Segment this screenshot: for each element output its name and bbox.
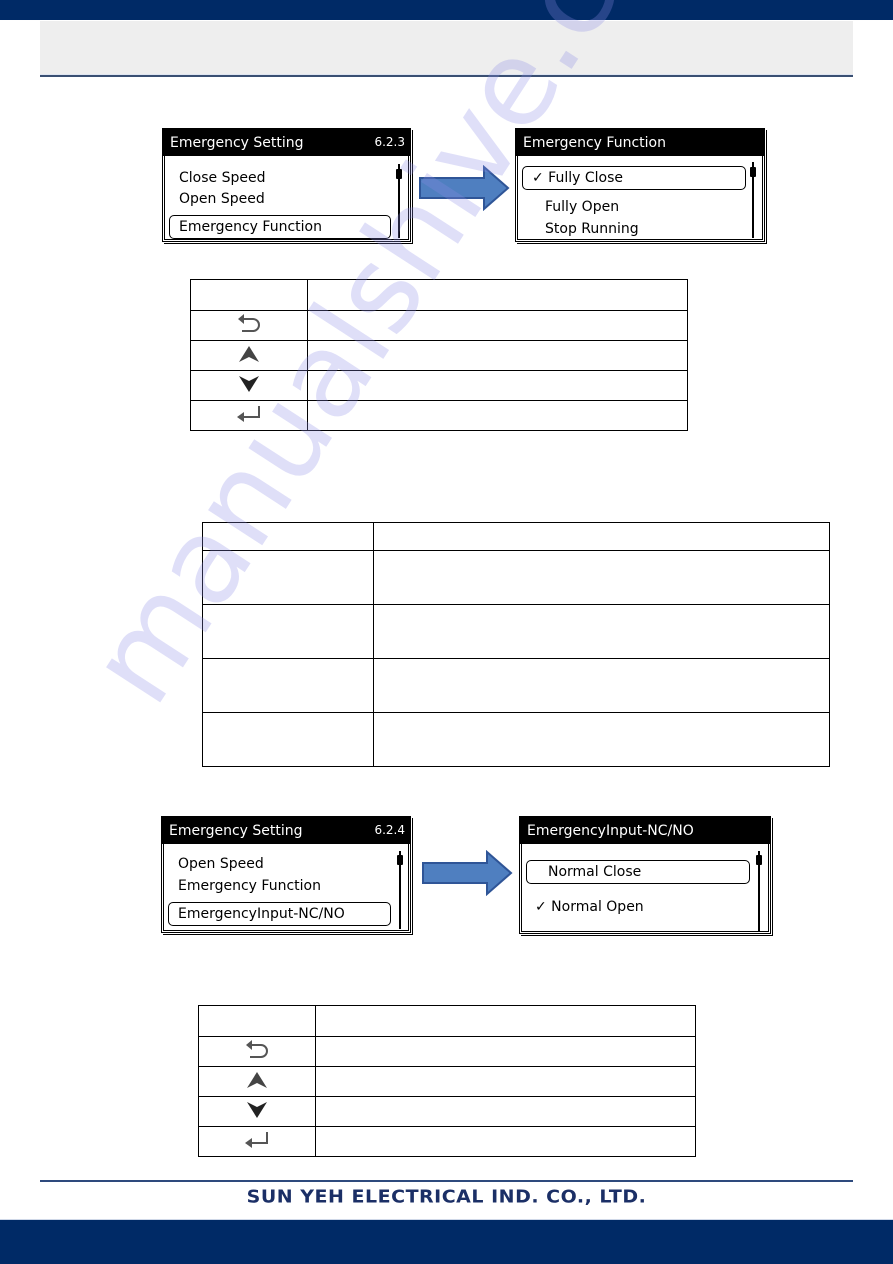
table-header-row (190, 279, 688, 311)
header-cell-option (202, 522, 374, 551)
page-header (40, 21, 853, 74)
scrollbar-thumb[interactable] (750, 167, 756, 177)
option-normal-open[interactable]: ✓ Normal Open (535, 899, 644, 915)
key-cell (198, 1126, 316, 1157)
table-row (198, 1066, 696, 1097)
key-cell (190, 370, 308, 401)
table-header-row (202, 522, 830, 551)
screen-title: Emergency Setting (163, 129, 410, 156)
description-cell (315, 1096, 696, 1127)
selected-option[interactable]: Normal Close (526, 860, 750, 884)
table-row (202, 550, 830, 605)
screen-version: 6.2.4 (374, 823, 405, 837)
key-function-table-1 (190, 279, 688, 431)
table-row (202, 604, 830, 659)
company-logo-text: SUN YEH ELECTRICAL IND. CO., LTD. (246, 1186, 647, 1208)
menu-item-close-speed[interactable]: Close Speed (179, 170, 265, 186)
description-cell (307, 340, 688, 371)
option-cell (202, 712, 374, 767)
table-row (202, 712, 830, 767)
table-row (190, 400, 688, 431)
description-cell (373, 658, 830, 713)
screen-title: Emergency Setting (162, 817, 410, 844)
up-icon (247, 1071, 267, 1088)
lcd-screen-emergency-function: Emergency Function ✓ Fully Close Fully O… (515, 128, 765, 242)
option-stop-running[interactable]: Stop Running (545, 221, 639, 237)
key-cell (190, 310, 308, 341)
down-icon (239, 375, 259, 392)
header-cell-function (307, 279, 688, 311)
scrollbar-thumb[interactable] (756, 855, 762, 865)
key-cell (190, 400, 308, 431)
description-cell (373, 604, 830, 659)
selected-menu-item[interactable]: Emergency Function (169, 215, 391, 239)
enter-icon (245, 1131, 268, 1148)
top-band (0, 0, 893, 20)
bottom-band (0, 1219, 893, 1264)
description-cell (315, 1066, 696, 1097)
description-cell (315, 1036, 696, 1067)
up-icon (239, 345, 259, 362)
lcd-screen-emergency-setting-624: Emergency Setting 6.2.4 Open Speed Emerg… (161, 816, 411, 933)
option-fully-close: ✓ Fully Close (532, 170, 623, 186)
key-cell (198, 1066, 316, 1097)
description-cell (307, 400, 688, 431)
footer-divider (40, 1180, 853, 1182)
lcd-screen-emergency-input-nc-no: EmergencyInput-NC/NO Normal Close ✓ Norm… (519, 816, 771, 934)
description-cell (307, 370, 688, 401)
menu-item-open-speed[interactable]: Open Speed (179, 191, 265, 207)
description-cell (307, 310, 688, 341)
right-arrow-icon (419, 165, 510, 211)
screen-title: EmergencyInput-NC/NO (520, 817, 770, 844)
header-divider (40, 74, 853, 77)
selected-menu-item[interactable]: EmergencyInput-NC/NO (168, 902, 391, 926)
screen-version: 6.2.3 (374, 135, 405, 149)
right-arrow-icon (422, 850, 513, 896)
back-icon (246, 1039, 268, 1058)
description-cell (373, 550, 830, 605)
header-cell-description (373, 522, 830, 551)
description-cell (373, 712, 830, 767)
table-row (198, 1096, 696, 1127)
option-cell (202, 604, 374, 659)
table-row (190, 310, 688, 341)
menu-item-emergency-function[interactable]: Emergency Function (178, 878, 321, 894)
function-options-table (202, 522, 830, 767)
option-fully-open[interactable]: Fully Open (545, 199, 619, 215)
selected-option[interactable]: ✓ Fully Close (522, 166, 746, 190)
key-function-table-2 (198, 1005, 696, 1157)
table-header-row (198, 1005, 696, 1037)
table-row (198, 1036, 696, 1067)
lcd-screen-emergency-setting-623: Emergency Setting 6.2.3 Close Speed Open… (162, 128, 411, 242)
table-row (190, 370, 688, 401)
down-icon (247, 1101, 267, 1118)
key-cell (190, 340, 308, 371)
menu-item-emergency-function: Emergency Function (179, 219, 322, 235)
menu-item-emergency-input-nc-no: EmergencyInput-NC/NO (178, 906, 345, 922)
table-row (198, 1126, 696, 1157)
key-cell (198, 1036, 316, 1067)
back-icon (238, 313, 260, 332)
key-cell (198, 1096, 316, 1127)
scrollbar-thumb[interactable] (397, 855, 403, 865)
screen-title: Emergency Function (516, 129, 764, 156)
header-cell-key (190, 279, 308, 311)
table-row (202, 658, 830, 713)
menu-item-open-speed[interactable]: Open Speed (178, 856, 264, 872)
table-row (190, 340, 688, 371)
header-cell-key (198, 1005, 316, 1037)
option-cell (202, 550, 374, 605)
scrollbar-thumb[interactable] (396, 169, 402, 179)
option-normal-close: Normal Close (548, 864, 642, 880)
description-cell (315, 1126, 696, 1157)
header-cell-function (315, 1005, 696, 1037)
option-cell (202, 658, 374, 713)
enter-icon (237, 405, 260, 422)
